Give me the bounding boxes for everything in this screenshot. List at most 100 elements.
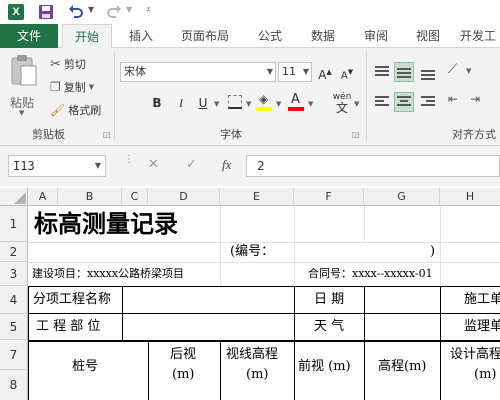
- serial-label: (编号：: [230, 244, 275, 259]
- underline-dropdown-icon[interactable]: ▼: [214, 100, 219, 108]
- tab-data[interactable]: 数据: [302, 24, 344, 48]
- bold-button[interactable]: B: [148, 94, 166, 112]
- formula-bar: I13 ▼ ⋮ ✕ ✓ fx 2: [0, 146, 500, 186]
- underline-button[interactable]: U: [194, 94, 212, 112]
- table-border: [148, 340, 149, 400]
- name-box[interactable]: I13 ▼: [8, 155, 106, 177]
- align-left-icon[interactable]: [372, 92, 392, 112]
- cut-button[interactable]: ✂ 剪切: [50, 56, 86, 72]
- select-all-button[interactable]: [0, 188, 28, 206]
- align-right-icon[interactable]: [418, 92, 438, 112]
- contract-label: 合同号：xxxx--xxxxx-01: [308, 267, 433, 280]
- align-center-icon[interactable]: [394, 92, 414, 112]
- tab-file[interactable]: 文件: [0, 24, 58, 48]
- column-header-e[interactable]: E: [220, 188, 294, 206]
- font-launcher-icon[interactable]: ◲: [352, 130, 360, 139]
- column-header-f[interactable]: F: [294, 188, 364, 206]
- orientation-dropdown-icon[interactable]: ▼: [466, 67, 471, 75]
- row-header-8[interactable]: 8: [0, 370, 28, 400]
- column-header-a[interactable]: A: [28, 188, 58, 206]
- date-label: 日 期: [314, 292, 345, 307]
- font-size-dropdown-icon: ▼: [302, 67, 309, 76]
- save-icon[interactable]: [38, 4, 54, 20]
- row-header-7[interactable]: 7: [0, 340, 28, 370]
- row-header-5[interactable]: 5: [0, 314, 28, 340]
- column-header-c[interactable]: C: [122, 188, 148, 206]
- insert-function-icon[interactable]: fx: [222, 157, 231, 173]
- header-backsight: 后视: [170, 347, 197, 362]
- clipboard-group-label: 剪贴板: [32, 128, 65, 141]
- font-size-value: 11: [282, 65, 296, 78]
- redo-dropdown-icon[interactable]: ▼: [126, 5, 132, 14]
- weather-label: 天 气: [314, 319, 345, 334]
- phonetic-guide-icon[interactable]: wén 文: [332, 92, 352, 114]
- serial-close: ): [430, 244, 436, 259]
- tab-page-layout[interactable]: 页面布局: [172, 24, 238, 48]
- cancel-icon[interactable]: ✕: [148, 157, 159, 172]
- font-color-icon[interactable]: A: [288, 92, 304, 112]
- border-icon[interactable]: [228, 95, 242, 109]
- header-foresight: 前视 (m): [298, 359, 351, 374]
- tab-formulas[interactable]: 公式: [250, 24, 290, 48]
- decrease-font-icon[interactable]: A▼: [338, 63, 356, 81]
- orientation-icon[interactable]: ⟋: [448, 62, 457, 77]
- paste-button[interactable]: 粘贴 ▼: [6, 54, 42, 117]
- location-label: 工 程 部 位: [36, 319, 101, 334]
- worksheet[interactable]: A B C D E F G H 1 2 3 4 5 7 8 标高测量记录 (编号…: [0, 186, 500, 400]
- undo-icon[interactable]: [68, 3, 84, 19]
- format-painter-button[interactable]: 🖌 格式刷: [50, 102, 101, 118]
- name-box-value: I13: [13, 159, 35, 173]
- font-color-dropdown-icon[interactable]: ▼: [308, 100, 313, 108]
- align-middle-icon[interactable]: [394, 62, 414, 82]
- italic-button[interactable]: I: [172, 94, 190, 112]
- copy-button[interactable]: ❐ 复制 ▼: [50, 79, 94, 95]
- row-header-4[interactable]: 4: [0, 286, 28, 314]
- increase-indent-icon[interactable]: ⇥: [470, 92, 480, 106]
- align-bottom-icon[interactable]: [418, 62, 438, 82]
- tab-home[interactable]: 开始: [62, 24, 112, 49]
- tab-review[interactable]: 审阅: [356, 24, 396, 48]
- paste-dropdown-icon: ▼: [19, 109, 25, 117]
- column-header-g[interactable]: G: [364, 188, 440, 206]
- font-size-combo[interactable]: 11 ▼: [278, 62, 312, 82]
- undo-dropdown-icon[interactable]: ▼: [88, 5, 94, 14]
- column-header-d[interactable]: D: [148, 188, 220, 206]
- title-bar: X ▼ ▼ ⩡: [0, 0, 500, 24]
- gridline: [364, 206, 365, 242]
- enter-icon[interactable]: ✓: [186, 157, 197, 172]
- project-label: 建设项目：xxxxx公路桥梁项目: [32, 267, 185, 280]
- customize-toolbar-icon[interactable]: ⩡: [146, 5, 151, 15]
- tab-view[interactable]: 视图: [408, 24, 448, 48]
- tab-developer[interactable]: 开发工: [460, 24, 500, 48]
- tab-insert[interactable]: 插入: [118, 24, 164, 48]
- fill-color-dropdown-icon[interactable]: ▼: [276, 100, 281, 108]
- table-border: [122, 286, 123, 340]
- row-header-1[interactable]: 1: [0, 206, 28, 242]
- fill-color-icon[interactable]: ◈: [256, 92, 274, 112]
- gridline: [28, 242, 500, 243]
- scissors-icon: ✂: [50, 56, 61, 72]
- clipboard-launcher-icon[interactable]: ◲: [103, 130, 111, 139]
- ribbon: 粘贴 ▼ ✂ 剪切 ❐ 复制 ▼ 🖌 格式刷 剪贴板 ◲ 宋体 ▼ 11 ▼ A…: [0, 48, 500, 146]
- header-design-unit: (m): [474, 367, 497, 382]
- increase-font-icon[interactable]: A▲: [316, 63, 334, 82]
- align-top-icon[interactable]: [372, 62, 392, 82]
- row-header-3[interactable]: 3: [0, 262, 28, 286]
- column-header-b[interactable]: B: [58, 188, 122, 206]
- header-elevation: 高程(m): [378, 359, 427, 374]
- gridline: [28, 262, 500, 263]
- header-backsight-unit: (m): [172, 367, 195, 382]
- border-dropdown-icon[interactable]: ▼: [246, 100, 251, 108]
- phonetic-dropdown-icon[interactable]: ▼: [354, 100, 359, 108]
- format-painter-icon: 🖌: [50, 103, 66, 117]
- font-name-combo[interactable]: 宋体 ▼: [120, 62, 276, 82]
- redo-icon[interactable]: [106, 3, 122, 19]
- decrease-indent-icon[interactable]: ⇤: [448, 92, 458, 106]
- alignment-group-label: 对齐方式: [452, 128, 496, 141]
- formula-input[interactable]: 2: [246, 155, 500, 177]
- row-header-2[interactable]: 2: [0, 242, 28, 262]
- excel-logo-icon: X: [8, 4, 24, 20]
- table-border: [440, 286, 441, 400]
- contractor-label: 施工单: [464, 292, 500, 307]
- column-header-h[interactable]: H: [440, 188, 500, 206]
